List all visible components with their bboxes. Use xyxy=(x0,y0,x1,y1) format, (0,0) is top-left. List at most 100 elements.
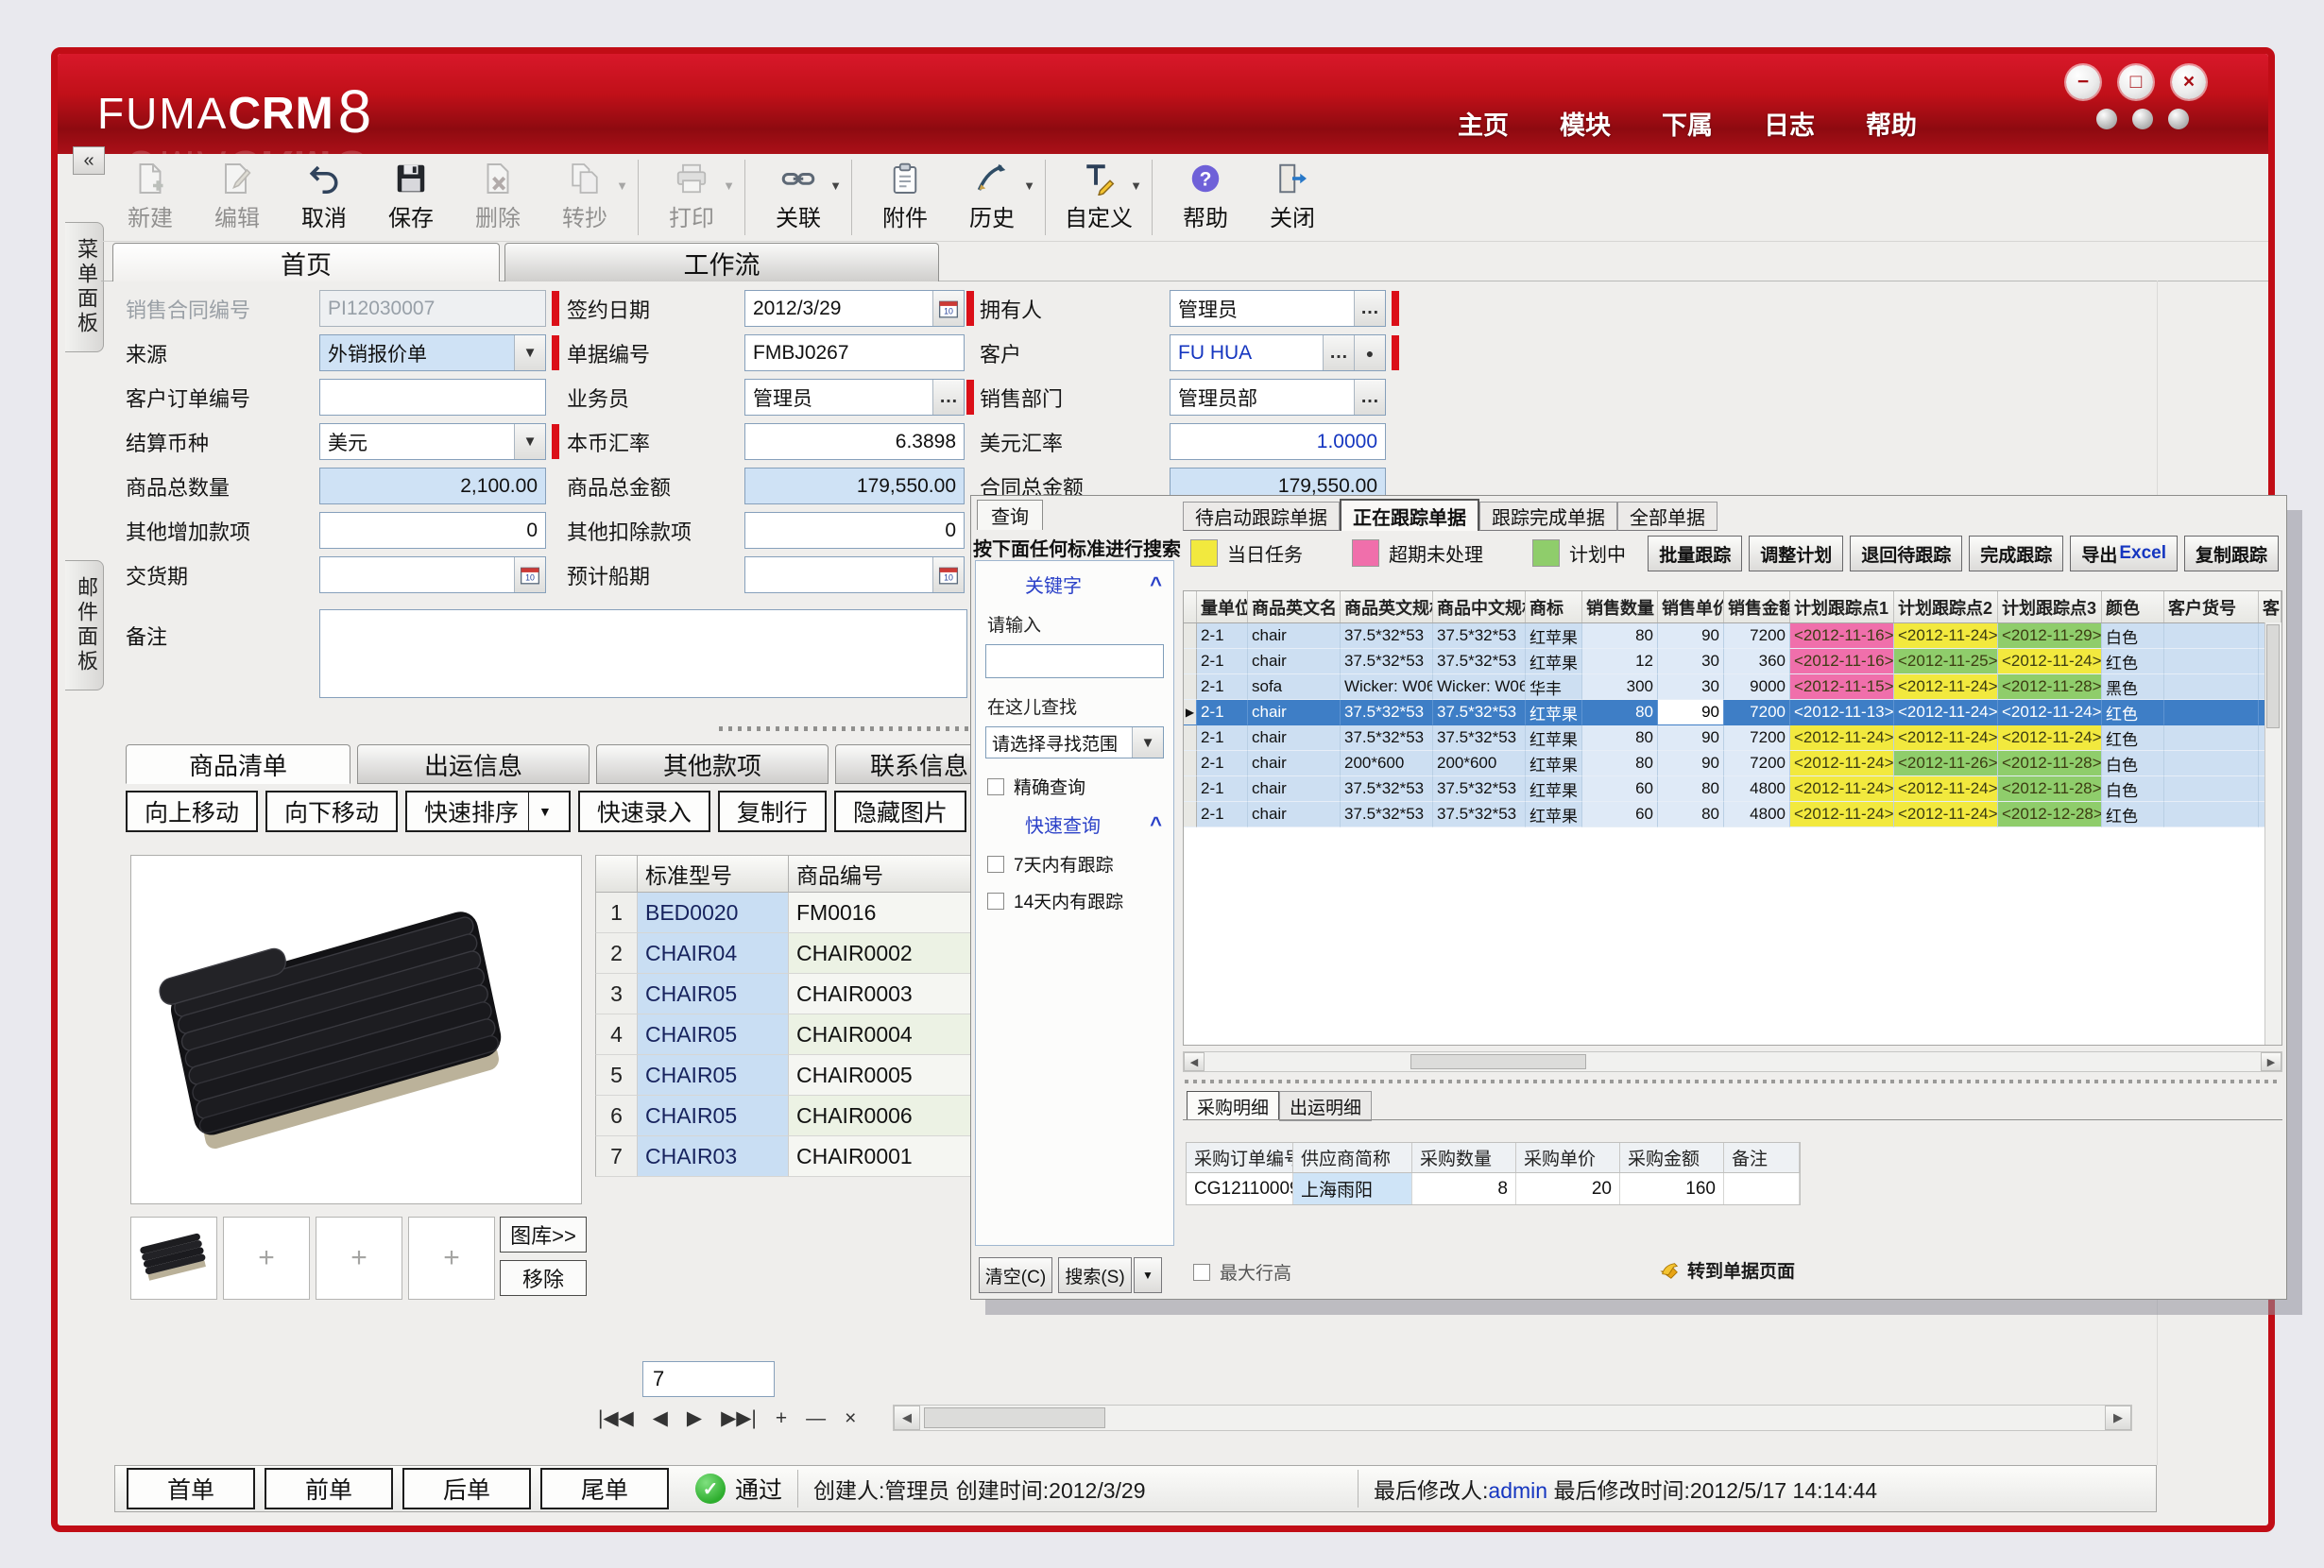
detail-tab-1[interactable]: 商品清单 xyxy=(126,744,350,784)
tracking-tab-1[interactable]: 待启动跟踪单据 xyxy=(1183,502,1340,531)
top-menu-item[interactable]: 帮助 xyxy=(1866,105,1917,142)
purchase-row[interactable]: CG12110009上海雨阳820160 xyxy=(1186,1172,1801,1205)
collapse-icon[interactable]: ^ xyxy=(1150,812,1162,837)
scroll-left-icon[interactable]: ◀ xyxy=(894,1406,920,1430)
field-delivery-date[interactable]: 10 xyxy=(319,556,546,593)
tracking-row[interactable]: 2-1sofaWicker: W060 dWicker: W060 d华丰300… xyxy=(1184,674,2281,700)
lookup-ellipsis-button[interactable]: … xyxy=(1354,380,1385,415)
toolbar-close-button[interactable]: 关闭 xyxy=(1249,158,1336,232)
field-other-add[interactable]: 0 xyxy=(319,512,546,549)
goto-document-link[interactable]: 转到单据页面 xyxy=(1659,1257,1795,1283)
tracking-tab-4[interactable]: 全部单据 xyxy=(1617,502,1717,531)
checkbox-icon[interactable] xyxy=(987,778,1004,795)
detail-tab-2[interactable]: 出运信息 xyxy=(357,744,590,784)
checkbox-icon[interactable] xyxy=(987,856,1004,873)
popup-detail-tab-2[interactable]: 出运明细 xyxy=(1279,1091,1372,1121)
tracking-row[interactable]: 2-1chair37.5*32*5337.5*32*53红苹果80907200<… xyxy=(1184,725,2281,751)
popup-detail-tab-1[interactable]: 采购明细 xyxy=(1187,1091,1279,1120)
field-salesman[interactable]: 管理员… xyxy=(744,379,965,416)
tracking-action-button[interactable]: 调整计划 xyxy=(1749,536,1843,571)
field-currency[interactable]: 美元▼ xyxy=(319,423,546,460)
field-sign-date[interactable]: 2012/3/2910 xyxy=(744,290,965,327)
checkbox-icon[interactable] xyxy=(1193,1264,1210,1281)
field-total-amount[interactable]: 179,550.00 xyxy=(744,468,965,504)
toolbar-link-button[interactable]: 关联▼ xyxy=(755,158,842,232)
field-local-rate[interactable]: 6.3898 xyxy=(744,423,965,460)
scrollbar-thumb[interactable] xyxy=(924,1407,1105,1428)
field-usd-rate[interactable]: 1.0000 xyxy=(1170,423,1386,460)
dropdown-arrow-icon[interactable]: ▼ xyxy=(538,804,552,819)
keyword-input[interactable] xyxy=(985,644,1164,678)
dropdown-arrow-icon[interactable]: ▼ xyxy=(1023,179,1035,193)
field-customer[interactable]: FU HUA…● xyxy=(1170,334,1386,371)
field-other-deduct[interactable]: 0 xyxy=(744,512,965,549)
tracking-tab-3[interactable]: 跟踪完成单据 xyxy=(1479,502,1617,531)
top-menu-item[interactable]: 主页 xyxy=(1458,105,1509,142)
first-record-icon[interactable]: |◀◀ xyxy=(598,1406,634,1430)
top-menu-item[interactable]: 下属 xyxy=(1662,105,1713,142)
sidebar-tab-menu-panel[interactable]: 菜单面板 xyxy=(65,222,104,352)
chevron-down-icon[interactable]: ▼ xyxy=(1132,727,1163,758)
field-total-qty[interactable]: 2,100.00 xyxy=(319,468,546,504)
tracking-action-button[interactable]: 批量跟踪 xyxy=(1648,536,1742,571)
tracking-action-button[interactable]: 退回待跟踪 xyxy=(1850,536,1962,571)
remove-image-button[interactable]: 移除 xyxy=(500,1260,587,1296)
close-window-button[interactable]: × xyxy=(2172,65,2206,99)
quick-filter-option[interactable]: 7天内有跟踪 xyxy=(976,842,1173,878)
detail-dot-button[interactable]: ● xyxy=(1354,335,1385,370)
detail-button[interactable]: 复制行 xyxy=(718,791,827,832)
tab-home[interactable]: 首页 xyxy=(112,243,500,281)
collapse-icon[interactable]: ^ xyxy=(1150,572,1162,597)
calendar-icon[interactable]: 10 xyxy=(932,291,964,326)
query-tab[interactable]: 查询 xyxy=(977,500,1043,530)
last-record-icon[interactable]: ▶▶| xyxy=(721,1406,757,1430)
quick-query-section-header[interactable]: 快速查询 ^ xyxy=(976,801,1173,842)
toolbar-history-button[interactable]: 历史▼ xyxy=(948,158,1035,232)
field-doc-no[interactable]: FMBJ0267 xyxy=(744,334,965,371)
tracking-row[interactable]: 2-1chair37.5*32*5337.5*32*53红苹果80907200<… xyxy=(1184,623,2281,649)
toolbar-cancel-button[interactable]: 取消 xyxy=(281,158,367,232)
last-doc-button[interactable]: 尾单 xyxy=(540,1468,669,1509)
max-row-height-option[interactable]: 最大行高 xyxy=(1193,1259,1291,1285)
calendar-icon[interactable]: 10 xyxy=(932,557,964,592)
splitter-handle[interactable] xyxy=(719,726,968,731)
field-owner[interactable]: 管理员… xyxy=(1170,290,1386,327)
tracking-row[interactable]: ▶2-1chair37.5*32*5337.5*32*53红苹果80907200… xyxy=(1184,700,2281,725)
field-ship-date[interactable]: 10 xyxy=(744,556,965,593)
field-sales-dept[interactable]: 管理员部… xyxy=(1170,379,1386,416)
field-source[interactable]: 外销报价单▼ xyxy=(319,334,546,371)
add-row-icon[interactable]: + xyxy=(776,1407,787,1430)
dropdown-arrow-icon[interactable]: ▼ xyxy=(723,179,735,193)
horizontal-scrollbar[interactable]: ◀ ▶ xyxy=(893,1405,2132,1431)
toolbar-customize-button[interactable]: 自定义▼ xyxy=(1055,158,1142,232)
scrollbar-thumb[interactable] xyxy=(1410,1054,1586,1069)
field-customer-order-no[interactable] xyxy=(319,379,546,416)
prev-doc-button[interactable]: 前单 xyxy=(265,1468,393,1509)
splitter-handle[interactable] xyxy=(1185,1080,2281,1083)
scroll-right-icon[interactable]: ▶ xyxy=(2261,1052,2281,1071)
tracking-row[interactable]: 2-1chair200*600200*600红苹果80907200<2012-1… xyxy=(1184,751,2281,776)
keyword-section-header[interactable]: 关键字 ^ xyxy=(976,561,1173,602)
dropdown-arrow-icon[interactable]: ▼ xyxy=(1130,179,1142,193)
search-button[interactable]: 搜索(S) xyxy=(1058,1257,1132,1293)
tracking-row[interactable]: 2-1chair37.5*32*5337.5*32*53红苹果60804800<… xyxy=(1184,776,2281,802)
exact-query-option[interactable]: 精确查询 xyxy=(976,764,1173,801)
detail-button[interactable]: 快速录入 xyxy=(578,791,710,832)
chevron-down-icon[interactable]: ▼ xyxy=(514,335,545,370)
tracking-tab-2[interactable]: 正在跟踪单据 xyxy=(1340,499,1479,531)
tracking-row[interactable]: 2-1chair37.5*32*5337.5*32*53红苹果1230360<2… xyxy=(1184,649,2281,674)
scrollbar-thumb[interactable] xyxy=(2266,624,2280,728)
toolbar-help-button[interactable]: ?帮助 xyxy=(1162,158,1249,232)
minimize-button[interactable]: − xyxy=(2066,65,2100,99)
top-menu-item[interactable]: 日志 xyxy=(1764,105,1815,142)
delete-row-icon[interactable]: — xyxy=(806,1407,826,1430)
quick-filter-option[interactable]: 14天内有跟踪 xyxy=(976,878,1173,915)
sidebar-tab-mail-panel[interactable]: 邮件面板 xyxy=(65,560,104,690)
thumbnail-add-slot[interactable]: + xyxy=(316,1217,402,1300)
gallery-button[interactable]: 图库>> xyxy=(500,1217,587,1253)
thumbnail-add-slot[interactable]: + xyxy=(223,1217,310,1300)
calendar-icon[interactable]: 10 xyxy=(514,557,545,592)
cancel-edit-icon[interactable]: × xyxy=(845,1407,856,1430)
chevron-down-icon[interactable]: ▼ xyxy=(514,424,545,459)
search-dropdown-icon[interactable]: ▼ xyxy=(1134,1257,1162,1293)
